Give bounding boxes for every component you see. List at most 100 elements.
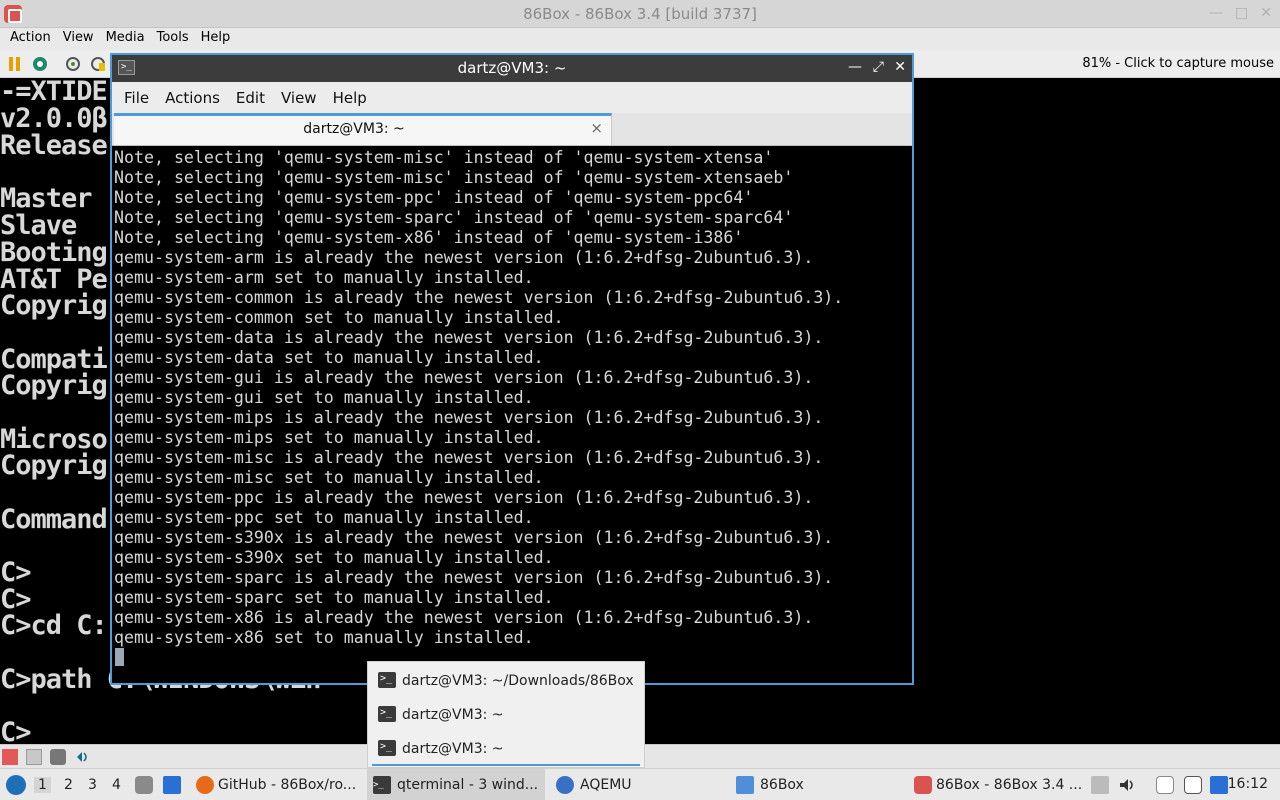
display-icon[interactable] bbox=[1184, 776, 1202, 794]
file-manager-icon[interactable] bbox=[135, 776, 153, 794]
dos-line: C> bbox=[0, 584, 32, 615]
dos-line: Copyrig bbox=[0, 290, 108, 321]
terminal-line: qemu-system-common set to manually insta… bbox=[114, 308, 564, 327]
dos-line: Release bbox=[0, 130, 108, 161]
task-label: AQEMU bbox=[580, 777, 632, 793]
task-86box[interactable]: 86Box - 86Box 3.4 ... bbox=[910, 769, 1082, 800]
86box-menubar: Action View Media Tools Help bbox=[0, 28, 1280, 50]
workspace-2[interactable]: 2 bbox=[64, 777, 73, 793]
clock[interactable]: 16:12 bbox=[1228, 776, 1268, 792]
terminal-line: qemu-system-misc set to manually install… bbox=[114, 468, 544, 487]
tab-close-icon[interactable]: × bbox=[590, 119, 603, 137]
task-github[interactable]: GitHub - 86Box/ro... bbox=[190, 769, 362, 800]
task-label: 86Box - 86Box 3.4 ... bbox=[936, 777, 1083, 793]
volume-icon[interactable] bbox=[1118, 776, 1136, 794]
terminal-line: qemu-system-mips is already the newest v… bbox=[114, 408, 824, 427]
task-label: qterminal - 3 wind... bbox=[397, 777, 539, 793]
task-label: GitHub - 86Box/ro... bbox=[218, 777, 357, 793]
terminal-output[interactable]: qemu-system-x86 set to manually installe… bbox=[112, 146, 912, 683]
workspace-4[interactable]: 4 bbox=[112, 777, 121, 793]
qterminal-titlebar[interactable]: >_ dartz@VM3: ~ — ⤢ ✕ bbox=[112, 55, 912, 82]
window-list-label: dartz@VM3: ~/Downloads/86Box bbox=[402, 673, 634, 689]
terminal-line: Note, selecting 'qemu-system-sparc' inst… bbox=[114, 208, 794, 227]
desktop: 86Box - 86Box 3.4 [build 3737] — □ ✕ Act… bbox=[0, 0, 1280, 800]
hdd-activity-icon[interactable] bbox=[2, 749, 18, 765]
86box-titlebar[interactable]: 86Box - 86Box 3.4 [build 3737] — □ ✕ bbox=[0, 0, 1280, 28]
terminal-line: qemu-system-sparc set to manually instal… bbox=[114, 588, 554, 607]
media-icon[interactable] bbox=[89, 55, 107, 73]
menu-media[interactable]: Media bbox=[100, 28, 151, 50]
task-86box-folder[interactable]: 86Box bbox=[730, 769, 840, 800]
terminal-line: qemu-system-sparc is already the newest … bbox=[114, 568, 834, 587]
window-list-item[interactable]: >_ dartz@VM3: ~ bbox=[368, 698, 644, 732]
terminal-line: Note, selecting 'qemu-system-x86' instea… bbox=[114, 228, 744, 247]
start-menu-icon[interactable] bbox=[6, 775, 26, 795]
sound-icon[interactable] bbox=[74, 749, 90, 765]
folder-icon bbox=[736, 776, 754, 794]
tray-up-icon[interactable] bbox=[1091, 776, 1109, 794]
window-list-item[interactable]: >_ dartz@VM3: ~ bbox=[372, 732, 640, 766]
terminal-line: qemu-system-gui set to manually installe… bbox=[114, 388, 534, 407]
menu-edit[interactable]: Edit bbox=[228, 82, 273, 113]
minimize-icon[interactable]: — bbox=[1209, 5, 1223, 21]
menu-action[interactable]: Action bbox=[4, 28, 57, 50]
maximize-icon[interactable]: □ bbox=[1235, 5, 1248, 21]
maximize-icon[interactable]: ⤢ bbox=[873, 59, 884, 75]
firefox-icon bbox=[196, 776, 214, 794]
qterminal-menubar: File Actions Edit View Help bbox=[112, 82, 912, 113]
pause-icon[interactable] bbox=[6, 55, 24, 73]
dos-line: Command bbox=[0, 504, 108, 535]
close-icon[interactable]: ✕ bbox=[1260, 5, 1272, 21]
tab-bar: dartz@VM3: ~ × bbox=[112, 113, 912, 146]
window-list-label: dartz@VM3: ~ bbox=[402, 707, 504, 723]
show-desktop-icon[interactable] bbox=[163, 776, 181, 794]
terminal-line: qemu-system-arm is already the newest ve… bbox=[114, 248, 814, 267]
terminal-line: Note, selecting 'qemu-system-misc' inste… bbox=[114, 168, 794, 187]
floppy-icon[interactable] bbox=[26, 749, 42, 765]
minimize-icon[interactable]: — bbox=[848, 59, 862, 75]
dos-line: -=XTIDE bbox=[0, 78, 108, 107]
86box-window-title: 86Box - 86Box 3.4 [build 3737] bbox=[523, 5, 757, 23]
terminal-line: qemu-system-arm set to manually installe… bbox=[114, 268, 534, 287]
menu-actions[interactable]: Actions bbox=[157, 82, 228, 113]
menu-view[interactable]: View bbox=[273, 82, 325, 113]
dos-line: Master bbox=[0, 183, 93, 214]
menu-tools[interactable]: Tools bbox=[151, 28, 195, 50]
window-list-label: dartz@VM3: ~ bbox=[402, 741, 504, 757]
reset-icon[interactable] bbox=[31, 55, 49, 73]
menu-view[interactable]: View bbox=[57, 28, 100, 50]
capture-status: 81% - Click to capture mouse bbox=[1082, 56, 1274, 71]
window-list-item[interactable]: >_ dartz@VM3: ~/Downloads/86Box bbox=[368, 664, 644, 698]
menu-file[interactable]: File bbox=[116, 82, 157, 113]
taskbar: 1 2 3 4 GitHub - 86Box/ro... >_ qtermina… bbox=[0, 768, 1280, 800]
dos-line: Compati bbox=[0, 344, 108, 375]
terminal-line: qemu-system-common is already the newest… bbox=[114, 288, 844, 307]
menu-help[interactable]: Help bbox=[195, 28, 237, 50]
terminal-line: Note, selecting 'qemu-system-misc' inste… bbox=[114, 148, 774, 167]
terminal-line: qemu-system-data set to manually install… bbox=[114, 348, 544, 367]
task-aqemu[interactable]: AQEMU bbox=[550, 769, 660, 800]
task-label: 86Box bbox=[760, 777, 804, 793]
86box-app-icon bbox=[914, 776, 932, 794]
dos-line: Microso bbox=[0, 424, 108, 455]
terminal-line: qemu-system-data is already the newest v… bbox=[114, 328, 824, 347]
network-icon[interactable] bbox=[1210, 776, 1228, 794]
menu-help[interactable]: Help bbox=[325, 82, 375, 113]
task-qterminal[interactable]: >_ qterminal - 3 wind... bbox=[367, 769, 545, 800]
workspace-3[interactable]: 3 bbox=[88, 777, 97, 793]
network-icon[interactable] bbox=[50, 749, 66, 765]
dos-line: C> bbox=[0, 557, 32, 588]
settings-icon[interactable] bbox=[64, 55, 82, 73]
qterminal-window[interactable]: >_ dartz@VM3: ~ — ⤢ ✕ File Actions Edit … bbox=[110, 53, 914, 685]
terminal-line: qemu-system-s390x set to manually instal… bbox=[114, 548, 554, 567]
close-icon[interactable]: ✕ bbox=[894, 59, 906, 75]
workspace-1[interactable]: 1 bbox=[34, 777, 51, 793]
terminal-line: qemu-system-x86 set to manually installe… bbox=[114, 628, 534, 647]
clipboard-icon[interactable] bbox=[1156, 776, 1174, 794]
dos-line: C>cd C: bbox=[0, 610, 108, 641]
tab-terminal[interactable]: dartz@VM3: ~ × bbox=[114, 113, 612, 145]
dos-line: v2.0.0β bbox=[0, 103, 108, 134]
qterminal-title: dartz@VM3: ~ bbox=[457, 59, 567, 77]
terminal-icon: >_ bbox=[378, 672, 396, 688]
aqemu-icon bbox=[556, 776, 574, 794]
